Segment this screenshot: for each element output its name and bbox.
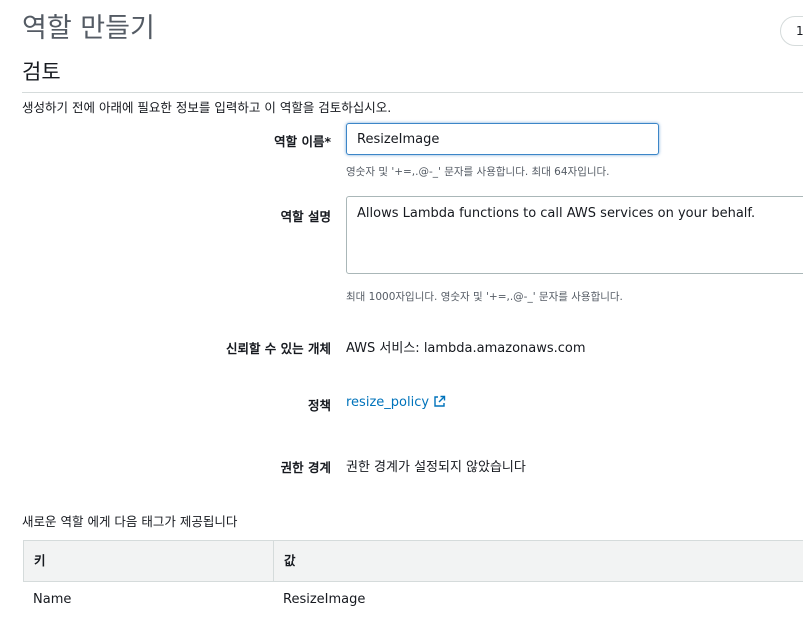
permissions-boundary-value: 권한 경계가 설정되지 않았습니다 bbox=[346, 460, 526, 475]
tags-table: 키 값 Name ResizeImage bbox=[23, 540, 803, 618]
role-description-hint: 최대 1000자입니다. 영숫자 및 '+=,.@-_' 문자를 사용합니다. bbox=[346, 291, 623, 303]
column-header-key: 키 bbox=[24, 541, 274, 581]
role-name-hint: 영숫자 및 '+=,.@-_' 문자를 사용합니다. 최대 64자입니다. bbox=[346, 166, 610, 178]
review-section-title: 검토 bbox=[22, 60, 61, 84]
page-title: 역할 만들기 bbox=[22, 13, 155, 44]
tags-table-header: 키 값 bbox=[23, 540, 803, 582]
tag-value-cell: ResizeImage bbox=[283, 592, 366, 607]
trusted-entity-label: 신뢰할 수 있는 개체 bbox=[225, 341, 331, 356]
table-row: Name ResizeImage bbox=[23, 582, 803, 618]
role-name-label: 역할 이름* bbox=[274, 134, 331, 149]
role-description-textarea[interactable]: Allows Lambda functions to call AWS serv… bbox=[346, 196, 803, 274]
role-description-label: 역할 설명 bbox=[280, 209, 331, 224]
review-intro-text: 생성하기 전에 아래에 필요한 정보를 입력하고 이 역할을 검토하십시오. bbox=[22, 100, 392, 115]
tag-key-cell: Name bbox=[33, 592, 72, 607]
section-divider bbox=[22, 92, 803, 93]
external-link-icon bbox=[434, 395, 446, 407]
policy-link-text: resize_policy bbox=[346, 395, 430, 410]
role-name-input[interactable] bbox=[346, 123, 659, 155]
trusted-entity-value: AWS 서비스: lambda.amazonaws.com bbox=[346, 341, 586, 356]
step-indicator: 1 bbox=[780, 16, 803, 46]
tags-heading: 새로운 역할 에게 다음 태그가 제공됩니다 bbox=[22, 514, 238, 529]
permissions-boundary-label: 권한 경계 bbox=[280, 460, 331, 475]
policy-link[interactable]: resize_policy bbox=[346, 395, 446, 410]
policy-label: 정책 bbox=[307, 398, 331, 413]
column-header-value: 값 bbox=[284, 553, 296, 568]
